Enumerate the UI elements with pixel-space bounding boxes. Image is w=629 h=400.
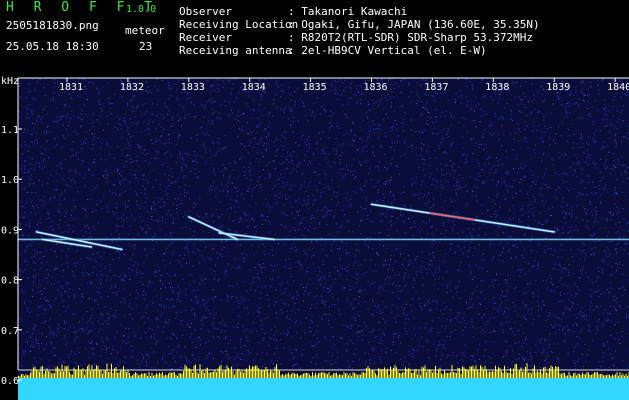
x-tick-label: 1838: [485, 82, 509, 93]
y-tick-label: 1.0: [1, 175, 19, 186]
amplitude-baseline: [18, 378, 629, 400]
x-tick-label: 1831: [59, 82, 83, 93]
x-tick-label: 1835: [303, 82, 327, 93]
y-axis-label: kHz: [1, 76, 19, 87]
x-tick-label: 1837: [424, 82, 448, 93]
y-tick-label: 0.9: [1, 225, 19, 236]
x-tick-label: 1836: [364, 82, 388, 93]
x-tick-label: 1832: [120, 82, 144, 93]
y-tick-label: 1.1: [1, 125, 19, 136]
y-tick-label: 0.6: [1, 376, 19, 387]
x-tick-label: 1834: [242, 82, 266, 93]
spectrogram-chart: 1831 1832 1833 1834 1835 1836 1837 1838 1839 1840…: [1, 76, 629, 400]
x-tick-label: 1839: [546, 82, 570, 93]
y-tick-label: 0.8: [1, 276, 19, 287]
x-tick-label: 1840: [607, 82, 629, 93]
x-tick-label: 1833: [181, 82, 205, 93]
y-tick-label: 0.7: [1, 326, 19, 337]
